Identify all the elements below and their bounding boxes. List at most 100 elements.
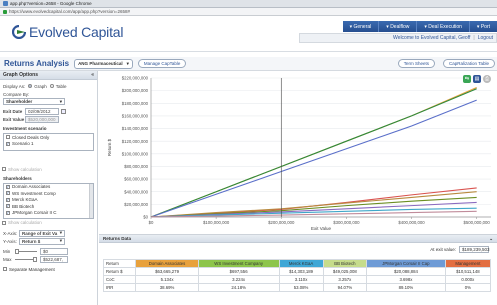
graph-options-panel: Graph Options « Display As: Graph Table … — [0, 71, 98, 305]
main-nav: ▾ General ▾ Dealflow ▾ Deal Execution ▾ … — [342, 21, 497, 32]
compare-by-select[interactable]: Shareholder ▾ — [3, 98, 65, 105]
excel-export-icon[interactable]: ▤ — [473, 75, 481, 83]
scenario-1-row[interactable]: ✓ Scenario 1 — [4, 141, 93, 148]
separate-management-row[interactable]: Separate Management — [0, 266, 97, 273]
show-calculation-row[interactable]: Show calculation — [0, 166, 97, 173]
y-axis-select[interactable]: Return $ ▾ — [19, 237, 65, 245]
column-header: BB Biotech — [322, 259, 368, 268]
y-tick-label: $20,000,000 — [124, 202, 149, 207]
max-slider[interactable] — [15, 256, 37, 262]
collapse-icon[interactable]: ⌄ — [489, 236, 493, 242]
investment-scenario-title: Investment scenario — [3, 126, 47, 131]
shareholder-checkbox[interactable]: ✓ — [6, 204, 10, 209]
list-item[interactable]: ✓ JPMorgan Corsair II C — [4, 210, 93, 217]
column-header: JPMorgan Corsair II Cap — [366, 259, 446, 268]
logo-arrow-icon — [12, 25, 26, 39]
cap-table-button[interactable]: CapRalization Table — [443, 59, 495, 68]
column-header: WS Investment Company — [197, 259, 280, 268]
x-tick-label: $300,000,000 — [333, 220, 360, 225]
y-tick-label: $220,000,000 — [122, 76, 149, 81]
list-scrollbar[interactable] — [89, 183, 93, 218]
show-calculation-2-row[interactable]: Show calculation — [0, 220, 97, 227]
table-header-row: Return Domain Associates WS Investment Com… — [102, 259, 492, 268]
app-header: Evolved Capital ▾ General ▾ Dealflow ▾ D… — [0, 16, 497, 52]
table-cell: $63,665,279 — [135, 267, 199, 276]
series-line[interactable] — [150, 88, 477, 218]
table-cell: 53.08% — [278, 283, 324, 292]
nav-dealflow[interactable]: ▾ Dealflow — [378, 21, 416, 32]
slider-handle[interactable] — [15, 248, 19, 254]
shareholders-list: ✓ Domain Associates ✓ WS Investment Comp ✓… — [3, 182, 94, 219]
graph-options-header[interactable]: Graph Options « — [0, 71, 97, 80]
logo-text: Evolved Capital — [29, 24, 124, 40]
collapse-icon[interactable]: « — [91, 72, 94, 78]
table-cell: 5.134x — [135, 275, 199, 284]
show-calculation-2-checkbox[interactable] — [2, 220, 6, 225]
logo[interactable]: Evolved Capital — [12, 24, 123, 40]
exit-value-input[interactable]: $520,000,000 — [25, 115, 59, 123]
table-cell: $14,303,189 — [278, 267, 324, 276]
returns-table: Return Domain Associates WS Investment Com… — [102, 259, 492, 292]
calendar-icon[interactable] — [61, 108, 66, 114]
welcome-bar: Welcome to Evolved Capital, Geoff | Logo… — [299, 33, 497, 43]
y-axis-label: Return $ — [107, 138, 112, 156]
table-row: CoC 5.134x 3.224x 3.110x 3.257x 3.698x 0.000x — [102, 275, 492, 284]
returns-data-header[interactable]: Returns Data ⌄ — [99, 235, 497, 243]
shareholder-checkbox[interactable]: ✓ — [6, 184, 10, 189]
logout-link[interactable]: Logout — [478, 35, 493, 41]
min-slider[interactable] — [15, 248, 37, 254]
exit-value-row: Exit Value $520,000,000 — [0, 115, 97, 123]
table-radio[interactable] — [49, 84, 54, 88]
table-row: IRR 38.69% 24.18% 53.08% 94.07% 89.10% 0% — [102, 283, 492, 292]
y-tick-label: $0 — [143, 215, 148, 220]
separate-management-checkbox[interactable] — [3, 267, 7, 272]
slider-handle[interactable] — [33, 256, 37, 262]
y-tick-label: $100,000,000 — [122, 151, 149, 156]
y-tick-label: $180,000,000 — [122, 101, 149, 106]
y-tick-label: $140,000,000 — [122, 126, 149, 131]
column-header: Domain Associates — [135, 259, 199, 268]
share-icon[interactable]: ⇆ — [463, 75, 471, 83]
chart-icons: ⇆ ▤ ⎙ — [463, 75, 491, 83]
shareholder-checkbox[interactable]: ✓ — [6, 197, 10, 202]
series-line[interactable] — [150, 99, 477, 218]
min-input[interactable]: $0 — [40, 247, 68, 255]
table-cell: $697,556 — [197, 267, 280, 276]
company-select[interactable]: ANG Pharmaceutical ▾ — [74, 58, 133, 69]
graph-radio[interactable] — [28, 84, 33, 88]
chevron-down-icon: ▾ — [59, 230, 62, 235]
print-icon[interactable]: ⎙ — [483, 75, 491, 83]
x-tick-label: $100,000,000 — [203, 220, 230, 225]
shareholder-checkbox[interactable]: ✓ — [6, 191, 10, 196]
chevron-down-icon: ▾ — [126, 60, 129, 66]
manage-captable-button[interactable]: Manage CapTable — [137, 59, 187, 68]
show-calculation-checkbox[interactable] — [2, 167, 6, 172]
exit-date-input[interactable]: 02/09/2012 — [25, 107, 59, 115]
url-text[interactable]: https://www.evolvedcapital.com/app/app.p… — [9, 9, 130, 14]
term-sheets-button[interactable]: Term Sheets — [397, 59, 436, 68]
scenario-list: Closed Deals Only ✓ Scenario 1 — [3, 133, 94, 151]
at-exit-row: At exit value: $189,239,503 — [430, 246, 490, 253]
max-input[interactable]: $522,687, — [40, 255, 68, 263]
column-header: Return — [102, 259, 137, 268]
y-tick-label: $40,000,000 — [124, 189, 149, 194]
scenario-1-checkbox[interactable]: ✓ — [6, 141, 10, 146]
closed-deals-checkbox[interactable] — [6, 135, 10, 140]
nav-deal-execution[interactable]: ▾ Deal Execution — [416, 21, 469, 32]
browser-title-bar: app.php?version=2658 - Google Chrome — [0, 0, 497, 8]
nav-general[interactable]: ▾ General — [343, 21, 379, 32]
x-axis-select[interactable]: Range of Exit Va ▾ — [19, 229, 65, 237]
table-cell: $20,088,884 — [366, 267, 446, 276]
welcome-text: Welcome to Evolved Capital, Geoff — [393, 35, 471, 41]
table-cell: $10,511,148 — [444, 267, 492, 276]
shareholder-checkbox[interactable]: ✓ — [6, 210, 10, 215]
table-cell: 3.698x — [366, 275, 446, 284]
address-bar[interactable]: https://www.evolvedcapital.com/app/app.p… — [0, 8, 497, 16]
table-cell: 0.000x — [444, 275, 492, 284]
at-exit-input[interactable]: $189,239,503 — [459, 246, 490, 253]
y-tick-label: $60,000,000 — [124, 177, 149, 182]
page-toolbar: Returns Analysis ANG Pharmaceutical ▾ Man… — [0, 57, 497, 71]
y-tick-label: $200,000,000 — [122, 88, 149, 93]
nav-portfolio[interactable]: ▾ Port — [468, 21, 497, 32]
table-cell: Return $ — [102, 267, 137, 276]
